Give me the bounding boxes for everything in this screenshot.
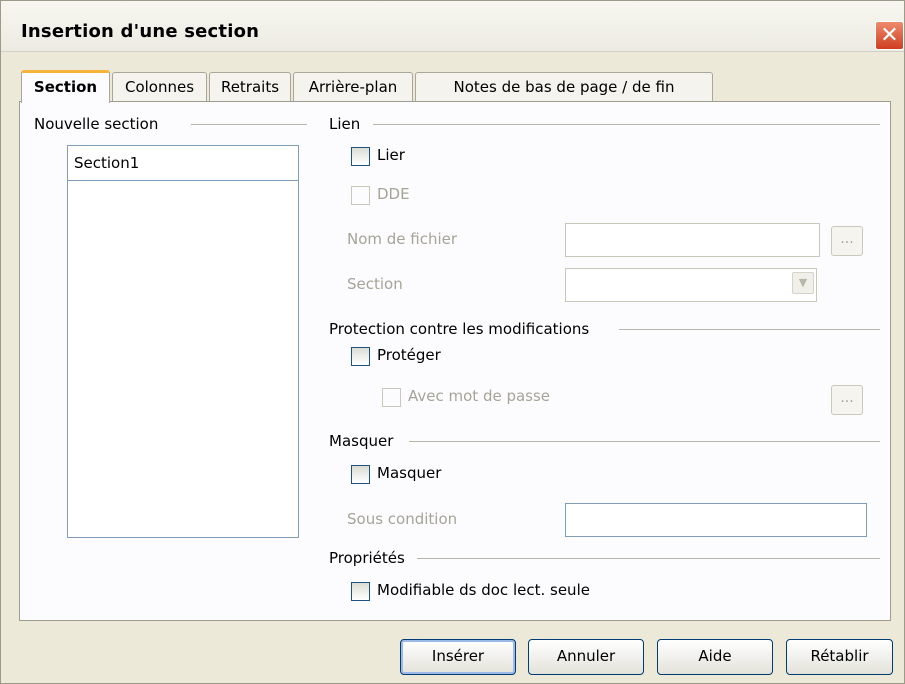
properties-separator — [417, 558, 880, 559]
filename-input[interactable] — [565, 223, 820, 257]
condition-label: Sous condition — [347, 510, 458, 528]
link-group-label: Lien — [329, 115, 369, 133]
tab-label: Notes de bas de page / de fin — [453, 78, 675, 96]
password-checkbox[interactable] — [382, 388, 401, 407]
tab-section[interactable]: Section — [21, 70, 110, 103]
hide-checkbox[interactable] — [351, 465, 370, 484]
section-select[interactable]: ▼ — [565, 268, 817, 302]
reset-button[interactable]: Rétablir — [786, 639, 893, 675]
password-button[interactable]: ... — [831, 385, 863, 415]
tab-label: Section — [33, 78, 98, 96]
tab-label: Arrière-plan — [308, 78, 398, 96]
insert-button[interactable]: Insérer — [400, 639, 516, 675]
protection-group-label: Protection contre les modifications — [329, 320, 598, 338]
new-section-group-label: Nouvelle section — [34, 115, 167, 133]
properties-group-label: Propriétés — [329, 549, 413, 567]
section-list[interactable] — [67, 145, 299, 538]
protect-checkbox[interactable] — [351, 347, 370, 366]
tab-indents[interactable]: Retraits — [209, 72, 291, 101]
hide-checkbox-label: Masquer — [377, 464, 442, 482]
tab-columns[interactable]: Colonnes — [112, 72, 207, 101]
new-section-separator — [191, 124, 307, 125]
condition-input[interactable] — [565, 503, 867, 537]
section-label: Section — [347, 275, 403, 293]
title-bar[interactable]: Insertion d'une section ✕ — [1, 1, 904, 52]
hide-separator — [409, 441, 880, 442]
link-checkbox-label: Lier — [377, 146, 405, 164]
dialog-title: Insertion d'une section — [21, 21, 260, 42]
filename-label: Nom de fichier — [347, 230, 458, 248]
close-icon: ✕ — [880, 23, 899, 48]
browse-file-button[interactable]: ... — [831, 226, 863, 256]
tab-footnotes-endnotes[interactable]: Notes de bas de page / de fin — [415, 72, 713, 101]
tab-label: Colonnes — [124, 78, 195, 96]
chevron-down-icon[interactable]: ▼ — [792, 272, 814, 294]
cancel-button[interactable]: Annuler — [528, 639, 644, 675]
hide-group-label: Masquer — [329, 432, 402, 450]
link-checkbox[interactable] — [351, 147, 370, 166]
dde-checkbox-label: DDE — [377, 185, 410, 203]
protection-separator — [619, 329, 880, 330]
dde-checkbox[interactable] — [351, 186, 370, 205]
editable-readonly-checkbox-label: Modifiable ds doc lect. seule — [377, 581, 590, 599]
tab-background[interactable]: Arrière-plan — [293, 72, 413, 101]
insert-section-dialog: Insertion d'une section ✕ Section Colonn… — [0, 0, 905, 684]
link-separator — [373, 124, 880, 125]
close-button[interactable]: ✕ — [875, 21, 904, 50]
password-checkbox-label: Avec mot de passe — [408, 387, 551, 405]
help-button[interactable]: Aide — [657, 639, 773, 675]
section-name-input[interactable]: Section1 — [67, 145, 299, 181]
editable-readonly-checkbox[interactable] — [351, 582, 370, 601]
tab-label: Retraits — [220, 78, 280, 96]
protect-checkbox-label: Protéger — [377, 346, 441, 364]
